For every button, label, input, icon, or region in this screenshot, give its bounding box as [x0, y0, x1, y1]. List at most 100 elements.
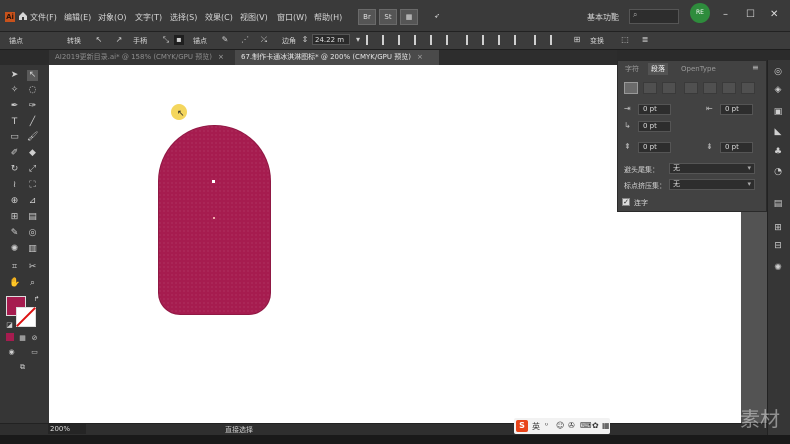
- rotate-tool-icon[interactable]: ↻: [9, 164, 20, 175]
- kinsoku-select[interactable]: 无 ▾: [669, 163, 755, 174]
- justify-right-button[interactable]: [722, 82, 736, 94]
- menu-type[interactable]: 文字(T): [135, 12, 162, 23]
- zoom-tool-icon[interactable]: ⌕: [27, 278, 38, 289]
- symbols-panel-icon[interactable]: ♣: [772, 146, 784, 158]
- shape-builder-tool-icon[interactable]: ⊕: [9, 196, 20, 207]
- distribute-middle-icon[interactable]: [482, 35, 492, 45]
- menu-object[interactable]: 对象(O): [98, 12, 127, 23]
- direct-selection-tool-icon[interactable]: ↖: [27, 70, 38, 81]
- edit-toolbar-icon[interactable]: ⧉: [17, 362, 28, 373]
- convert-smooth-icon[interactable]: ↗: [114, 35, 124, 45]
- tab-character[interactable]: 字符: [622, 63, 642, 75]
- paintbrush-tool-icon[interactable]: 🖌: [27, 132, 38, 143]
- align-right-button[interactable]: [662, 82, 676, 94]
- transform-label[interactable]: 变换: [590, 36, 604, 46]
- first-line-indent-input[interactable]: 0 pt: [638, 121, 671, 132]
- zoom-level-input[interactable]: 200%: [48, 424, 86, 434]
- menu-help[interactable]: 帮助(H): [314, 12, 342, 23]
- align-right-icon[interactable]: [398, 35, 408, 45]
- voice-input-icon[interactable]: ✇: [568, 421, 575, 430]
- skin-icon[interactable]: ✿: [592, 421, 599, 430]
- chevron-down-icon[interactable]: ▾: [353, 35, 363, 45]
- align-left-icon[interactable]: [366, 35, 376, 45]
- slice-tool-icon[interactable]: ✂: [27, 262, 38, 273]
- remove-anchor-icon[interactable]: ✎: [220, 35, 230, 45]
- none-mode-icon[interactable]: ⊘: [29, 333, 40, 344]
- close-icon[interactable]: ×: [218, 53, 224, 61]
- graphic-styles-panel-icon[interactable]: ◔: [772, 166, 784, 178]
- justify-center-button[interactable]: [703, 82, 717, 94]
- toolbox-icon[interactable]: ▦: [602, 421, 610, 430]
- tab-document-2[interactable]: 67.制作卡通冰淇淋图标* @ 200% (CMYK/GPU 预览) ×: [235, 50, 439, 65]
- free-transform-tool-icon[interactable]: ⛶: [27, 180, 38, 191]
- draw-normal-icon[interactable]: ◉: [6, 347, 17, 358]
- screen-mode-icon[interactable]: ▭: [29, 347, 40, 358]
- distribute-bottom-icon[interactable]: [498, 35, 508, 45]
- align-bottom-icon[interactable]: [446, 35, 456, 45]
- maximize-icon[interactable]: ☐: [746, 9, 755, 20]
- align-left-button[interactable]: [624, 82, 638, 94]
- tab-document-1[interactable]: AI2019更新目录.ai* @ 158% (CMYK/GPU 预览) ×: [49, 50, 235, 65]
- magic-wand-icon[interactable]: ✧: [9, 85, 20, 96]
- space-before-input[interactable]: 0 pt: [638, 142, 671, 153]
- eraser-tool-icon[interactable]: ◆: [27, 148, 38, 159]
- artboard-canvas-extension[interactable]: [617, 212, 741, 423]
- stock-button[interactable]: St: [379, 9, 397, 25]
- artboard-tool-icon[interactable]: ⌗: [9, 262, 20, 273]
- blend-tool-icon[interactable]: ◎: [27, 228, 38, 239]
- curvature-tool-icon[interactable]: ✑: [27, 101, 38, 112]
- shaper-tool-icon[interactable]: ✐: [9, 148, 20, 159]
- libraries-panel-icon[interactable]: ▣: [772, 106, 784, 118]
- menu-view[interactable]: 视图(V): [240, 12, 268, 23]
- warp-tool-icon[interactable]: ≀: [9, 180, 20, 191]
- justify-all-button[interactable]: [741, 82, 755, 94]
- show-handles-icon[interactable]: ⤡: [161, 35, 171, 45]
- distribute-center-icon[interactable]: [534, 35, 544, 45]
- isolate-icon[interactable]: ⬚: [620, 35, 630, 45]
- align-to-icon[interactable]: ⊞: [572, 35, 582, 45]
- cut-path-icon[interactable]: ⤯: [259, 35, 269, 45]
- close-icon[interactable]: ✕: [770, 9, 778, 20]
- line-tool-icon[interactable]: ╱: [27, 117, 38, 128]
- menu-edit[interactable]: 编辑(E): [64, 12, 91, 23]
- emoji-icon[interactable]: ☺: [556, 421, 564, 430]
- gradient-tool-icon[interactable]: ▤: [27, 212, 38, 223]
- rectangle-tool-icon[interactable]: ▭: [9, 132, 20, 143]
- transform-panel-icon[interactable]: ⊞: [772, 222, 784, 234]
- type-tool-icon[interactable]: T: [9, 117, 20, 128]
- tab-paragraph[interactable]: 段落: [648, 63, 668, 75]
- justify-left-button[interactable]: [684, 82, 698, 94]
- hand-tool-icon[interactable]: ✋: [9, 278, 20, 289]
- mojikumi-select[interactable]: 无 ▾: [669, 179, 755, 190]
- distribute-left-icon[interactable]: [514, 35, 524, 45]
- lasso-tool-icon[interactable]: ◌: [27, 85, 38, 96]
- default-colors-icon[interactable]: ◪: [4, 320, 15, 331]
- pen-tool-icon[interactable]: ✒: [9, 101, 20, 112]
- gradient-mode-icon[interactable]: ▦: [17, 333, 28, 344]
- hide-handles-icon[interactable]: ▪: [174, 35, 184, 45]
- menu-effect[interactable]: 效果(C): [205, 12, 233, 23]
- corner-radius-input[interactable]: 24.22 m: [312, 34, 350, 45]
- color-guide-panel-icon[interactable]: ✺: [772, 262, 784, 274]
- color-mode-icon[interactable]: [6, 333, 14, 341]
- align-center-button[interactable]: [643, 82, 657, 94]
- punctuation-icon[interactable]: ᶹ: [545, 421, 548, 430]
- align-center-icon[interactable]: [382, 35, 392, 45]
- eyedropper-tool-icon[interactable]: ✎: [9, 228, 20, 239]
- avatar[interactable]: RE: [690, 3, 710, 23]
- chevron-down-icon[interactable]: ▾: [611, 10, 615, 19]
- appearance-panel-icon[interactable]: ▤: [772, 198, 784, 210]
- hyphenate-checkbox[interactable]: ✓: [622, 198, 630, 206]
- distribute-right-icon[interactable]: [550, 35, 560, 45]
- home-icon[interactable]: [18, 11, 28, 21]
- gpu-performance-icon[interactable]: ➶: [429, 9, 445, 23]
- swap-colors-icon[interactable]: ↱: [31, 294, 42, 305]
- right-indent-input[interactable]: 0 pt: [720, 104, 753, 115]
- scale-tool-icon[interactable]: ⤢: [27, 164, 38, 175]
- menu-file[interactable]: 文件(F): [30, 12, 57, 23]
- ime-language-toggle[interactable]: 英: [532, 421, 540, 432]
- menu-select[interactable]: 选择(S): [170, 12, 197, 23]
- align-middle-icon[interactable]: [430, 35, 440, 45]
- selection-tool-icon[interactable]: ➤: [9, 70, 20, 81]
- rounded-rectangle-shape[interactable]: [158, 125, 271, 315]
